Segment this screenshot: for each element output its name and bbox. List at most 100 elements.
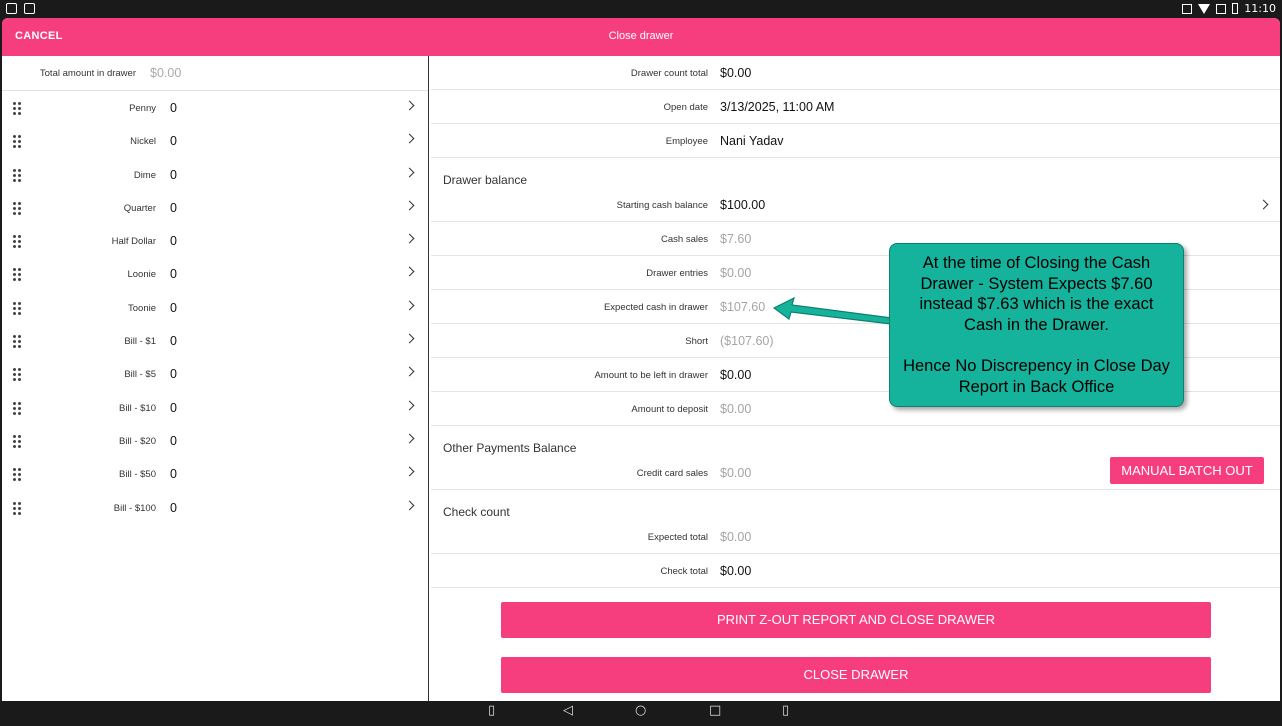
total-amount-row: Total amount in drawer $0.00: [2, 56, 428, 91]
back-icon[interactable]: ◁: [563, 703, 573, 718]
chevron-right-icon[interactable]: [404, 100, 415, 111]
denomination-row[interactable]: Bill - $20 0: [2, 424, 428, 457]
chevron-right-icon[interactable]: [404, 400, 415, 411]
expected-total-label: Expected total: [647, 532, 708, 543]
home-icon[interactable]: ○: [635, 703, 646, 718]
drag-handle-icon[interactable]: [13, 335, 21, 349]
denomination-panel: Total amount in drawer $0.00 Penny 0 Nicke…: [2, 56, 429, 701]
denomination-count[interactable]: 0: [170, 134, 177, 148]
chevron-right-icon[interactable]: [404, 500, 415, 511]
drag-handle-icon[interactable]: [13, 235, 21, 249]
denomination-row[interactable]: Toonie 0: [2, 291, 428, 324]
chevron-right-icon[interactable]: [404, 267, 415, 277]
denomination-row[interactable]: Loonie 0: [2, 257, 428, 290]
app-header: CANCEL Close drawer: [2, 18, 1280, 56]
drag-handle-icon[interactable]: [13, 268, 21, 282]
chevron-right-icon[interactable]: [404, 233, 415, 244]
starting-cash-balance-value: $100.00: [720, 198, 766, 212]
message-icon: [24, 3, 35, 14]
drag-handle-icon[interactable]: [13, 434, 21, 448]
amount-to-be-left-in-drawer-value: $0.00: [720, 368, 752, 382]
denomination-count[interactable]: 0: [170, 267, 177, 281]
denomination-row[interactable]: Bill - $50 0: [2, 457, 428, 490]
denomination-count[interactable]: 0: [170, 234, 177, 248]
drag-handle-icon[interactable]: [13, 301, 21, 315]
denomination-row[interactable]: Nickel 0: [2, 124, 428, 157]
drawer-entries-label: Drawer entries: [646, 268, 708, 279]
expected-cash-in-drawer-value: $107.60: [720, 300, 766, 314]
drag-handle-icon[interactable]: [13, 501, 21, 515]
total-amount-value: $0.00: [150, 66, 182, 80]
denomination-row[interactable]: Bill - $1 0: [2, 324, 428, 357]
other-payments-header: Other Payments Balance: [431, 426, 1280, 456]
denomination-label: Loonie: [127, 269, 156, 281]
annotation-callout: At the time of Closing the Cash Drawer -…: [889, 243, 1184, 407]
check-total-label: Check total: [660, 566, 708, 577]
chevron-right-icon[interactable]: [404, 333, 415, 344]
volume-down-icon[interactable]: ▯: [488, 703, 495, 718]
denomination-count[interactable]: 0: [170, 367, 177, 381]
denomination-count[interactable]: 0: [170, 467, 177, 481]
denomination-row[interactable]: Bill - $5 0: [2, 357, 428, 390]
chevron-right-icon[interactable]: [404, 366, 415, 377]
drag-handle-icon[interactable]: [13, 168, 21, 182]
drawer-count-total-label: Drawer count total: [630, 68, 708, 79]
drawer-count-total-value: $0.00: [720, 66, 752, 80]
status-time: 11:10: [1244, 2, 1276, 15]
close-drawer-button[interactable]: CLOSE DRAWER: [501, 657, 1211, 693]
denomination-count[interactable]: 0: [170, 334, 177, 348]
chevron-right-icon[interactable]: [404, 433, 415, 444]
denomination-row[interactable]: Penny 0: [2, 91, 428, 124]
denomination-label: Bill - $10: [119, 402, 156, 414]
drag-handle-icon[interactable]: [13, 368, 21, 382]
denomination-label: Bill - $5: [124, 369, 156, 381]
chevron-right-icon[interactable]: [404, 167, 415, 178]
signal-icon: [1216, 3, 1227, 14]
denomination-count[interactable]: 0: [170, 401, 177, 415]
denomination-count[interactable]: 0: [170, 501, 177, 515]
recents-icon[interactable]: □: [709, 703, 721, 718]
denomination-count[interactable]: 0: [170, 301, 177, 315]
denomination-count[interactable]: 0: [170, 101, 177, 115]
total-amount-label: Total amount in drawer: [39, 68, 136, 79]
denomination-row[interactable]: Bill - $10 0: [2, 391, 428, 424]
drawer-entries-value: $0.00: [720, 266, 752, 280]
employee-label: Employee: [665, 136, 708, 147]
denomination-row[interactable]: Half Dollar 0: [2, 224, 428, 257]
denomination-row[interactable]: Bill - $100 0: [2, 491, 428, 524]
denomination-count[interactable]: 0: [170, 168, 177, 182]
denomination-label: Penny: [129, 103, 156, 114]
denomination-count[interactable]: 0: [170, 434, 177, 448]
volume-up-icon[interactable]: ▯: [782, 703, 789, 718]
denomination-label: Bill - $20: [119, 435, 156, 447]
denomination-count[interactable]: 0: [170, 201, 177, 215]
open-date-label: Open date: [663, 102, 708, 113]
manual-batch-out-button[interactable]: MANUAL BATCH OUT: [1110, 457, 1264, 484]
short-label: Short: [685, 336, 708, 347]
wifi-icon: [1198, 3, 1211, 14]
check-count-title: Check count: [443, 505, 510, 519]
starting-cash-balance-label: Starting cash balance: [616, 200, 708, 211]
check-count-header: Check count: [431, 490, 1280, 520]
print-z-out-button[interactable]: PRINT Z-OUT REPORT AND CLOSE DRAWER: [501, 602, 1211, 638]
drag-handle-icon[interactable]: [13, 201, 21, 215]
denomination-row[interactable]: Dime 0: [2, 158, 428, 191]
denomination-row[interactable]: Quarter 0: [2, 191, 428, 224]
chevron-right-icon[interactable]: [1258, 199, 1269, 210]
drawer-count-total-row: Drawer count total $0.00: [431, 56, 1280, 90]
chevron-right-icon[interactable]: [404, 200, 415, 211]
drag-handle-icon[interactable]: [13, 468, 21, 482]
chevron-right-icon[interactable]: [404, 133, 415, 144]
starting-cash-balance-row[interactable]: Starting cash balance $100.00: [431, 188, 1280, 222]
open-date-value: 3/13/2025, 11:00 AM: [720, 100, 835, 114]
cash-sales-value: $7.60: [720, 232, 752, 246]
chevron-right-icon[interactable]: [404, 466, 415, 477]
drag-handle-icon[interactable]: [13, 401, 21, 415]
chevron-right-icon[interactable]: [404, 300, 415, 311]
denomination-label: Bill - $50: [119, 469, 156, 481]
employee-row: Employee Nani Yadav: [431, 124, 1280, 158]
page-title: Close drawer: [608, 30, 674, 42]
amount-to-deposit-label: Amount to deposit: [631, 404, 708, 415]
drag-handle-icon[interactable]: [13, 135, 21, 149]
drag-handle-icon[interactable]: [13, 102, 21, 115]
